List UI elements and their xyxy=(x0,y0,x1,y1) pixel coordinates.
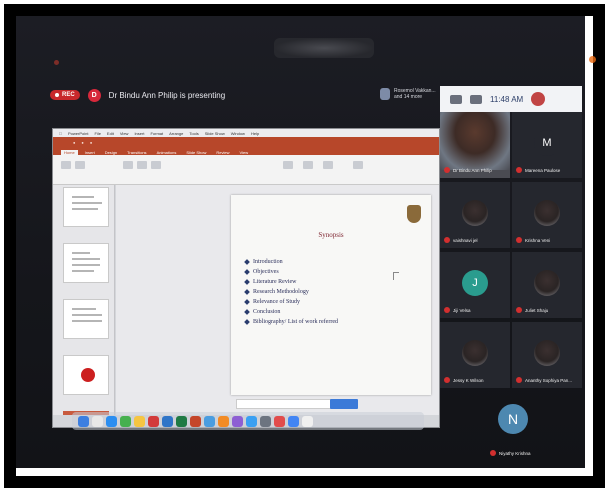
zoom-icon[interactable] xyxy=(288,415,299,427)
presenter-avatar: D xyxy=(87,88,101,102)
participant-tile[interactable]: vaishnavi jel xyxy=(440,182,510,248)
mic-muted-icon xyxy=(444,237,450,243)
trash-icon[interactable] xyxy=(302,415,313,427)
participant-tile[interactable]: M Mareena Paulose xyxy=(512,112,582,178)
rec-label: REC xyxy=(62,92,75,98)
mic-muted-icon xyxy=(516,167,522,173)
finder-icon[interactable] xyxy=(78,415,89,427)
current-slide[interactable]: Synopsis Introduction Objectives Literat… xyxy=(231,195,431,395)
word-icon[interactable] xyxy=(162,415,173,427)
bullet-item: Relevance of Study xyxy=(244,297,338,307)
shared-screen: PowerPointFileEditViewInsertFormatArran… xyxy=(52,128,440,428)
ppt-titlebar: ● ● ● xyxy=(53,137,439,147)
italic-icon[interactable] xyxy=(137,161,147,169)
meeting-top-bar: REC D Dr Bindu Ann Philip is presenting xyxy=(50,84,436,106)
record-icon xyxy=(55,93,59,97)
clock-time: 11:48 AM xyxy=(490,94,524,104)
viewers-info[interactable]: Rosemol Vakkan... and 14 more xyxy=(380,88,439,100)
ppt-ribbon-tabs: Home Insert Design Transitions Animation… xyxy=(53,147,439,155)
participant-avatar: M xyxy=(534,130,560,156)
bullet-item: Research Methodology xyxy=(244,287,338,297)
status-strip: 11:48 AM xyxy=(440,86,582,112)
mic-muted-icon xyxy=(516,237,522,243)
camera-notch xyxy=(274,38,374,58)
powerpoint-icon[interactable] xyxy=(190,415,201,427)
safari-icon[interactable] xyxy=(106,415,117,427)
mic-muted-icon xyxy=(516,377,522,383)
ppt-body: Synopsis Introduction Objectives Literat… xyxy=(53,185,439,415)
messages-icon[interactable] xyxy=(120,415,131,427)
slide-thumb-2[interactable] xyxy=(63,243,109,283)
participant-avatar xyxy=(534,270,560,296)
new-slide-icon[interactable] xyxy=(75,161,85,169)
mic-muted-icon xyxy=(490,450,496,456)
bold-icon[interactable] xyxy=(123,161,133,169)
shapes-icon[interactable] xyxy=(283,161,293,169)
mic-muted-icon xyxy=(444,167,450,173)
participant-avatar: J xyxy=(462,270,488,296)
participant-tile[interactable]: Dr Bindu Ann Philip xyxy=(440,112,510,178)
bullet-item: Objectives xyxy=(244,267,338,277)
participant-video xyxy=(440,112,510,170)
participant-tile[interactable]: N Niyathy Krishna xyxy=(460,400,560,462)
slide-thumbnails xyxy=(53,185,115,415)
design-ideas-icon[interactable] xyxy=(353,161,363,169)
bullet-item: Literature Review xyxy=(244,277,338,287)
appstore-icon[interactable] xyxy=(246,415,257,427)
slide-canvas: Synopsis Introduction Objectives Literat… xyxy=(116,185,439,415)
slide-title: Synopsis xyxy=(318,231,344,239)
status-light xyxy=(54,60,59,65)
slide-bullet-list: Introduction Objectives Literature Revie… xyxy=(244,257,338,327)
mouse-cursor xyxy=(393,272,399,280)
styles-icon[interactable] xyxy=(323,161,333,169)
participant-avatar: N xyxy=(498,404,528,434)
calendar-icon[interactable] xyxy=(148,415,159,427)
bullet-item: Conclusion xyxy=(244,307,338,317)
bullet-item: Introduction xyxy=(244,257,338,267)
underline-icon[interactable] xyxy=(151,161,161,169)
people-grid-icon[interactable] xyxy=(450,94,462,104)
launchpad-icon[interactable] xyxy=(92,415,103,427)
presenter-text: Dr Bindu Ann Philip is presenting xyxy=(108,90,226,100)
mac-dock xyxy=(72,412,424,430)
red-circle-image xyxy=(81,368,95,382)
participant-tile[interactable]: Krishna Veni xyxy=(512,182,582,248)
slide-thumb-3[interactable] xyxy=(63,299,109,339)
mic-muted-icon xyxy=(444,377,450,383)
chat-icon[interactable] xyxy=(470,94,482,104)
slide-thumb-1[interactable] xyxy=(63,187,109,227)
people-icon xyxy=(380,88,390,100)
mic-muted-icon xyxy=(516,307,522,313)
self-avatar[interactable] xyxy=(531,92,546,106)
paste-icon[interactable] xyxy=(61,161,71,169)
participant-avatar xyxy=(534,340,560,366)
participant-tile[interactable]: Juliet Shaju xyxy=(512,252,582,318)
mac-menubar: PowerPointFileEditViewInsertFormatArran… xyxy=(53,129,439,137)
excel-icon[interactable] xyxy=(176,415,187,427)
college-emblem xyxy=(407,205,421,223)
ppt-toolbar xyxy=(53,155,439,185)
chrome-icon[interactable] xyxy=(274,415,285,427)
arrange-icon[interactable] xyxy=(303,161,313,169)
mic-muted-icon xyxy=(444,307,450,313)
viewers-text: Rosemol Vakkan... and 14 more xyxy=(394,88,436,100)
photos-icon[interactable] xyxy=(218,415,229,427)
notes-button[interactable] xyxy=(330,399,358,409)
participant-tile[interactable]: Jessy K Wilson xyxy=(440,322,510,388)
slide-thumb-4[interactable] xyxy=(63,355,109,395)
notes-icon[interactable] xyxy=(134,415,145,427)
participants-grid: Dr Bindu Ann Philip M Mareena Paulose va… xyxy=(440,112,583,460)
participant-tile[interactable]: J Jiji Velsa xyxy=(440,252,510,318)
participant-avatar xyxy=(462,340,488,366)
itunes-icon[interactable] xyxy=(232,415,243,427)
participant-avatar xyxy=(534,200,560,226)
participant-tile[interactable]: Ananthy Sophiya Pan... xyxy=(512,322,582,388)
settings-icon[interactable] xyxy=(260,415,271,427)
bullet-item: Bibliography/ List of work referred xyxy=(244,317,338,327)
recording-badge[interactable]: REC xyxy=(50,90,80,100)
participant-avatar xyxy=(462,200,488,226)
status-light-right xyxy=(589,56,596,63)
mail-icon[interactable] xyxy=(204,415,215,427)
